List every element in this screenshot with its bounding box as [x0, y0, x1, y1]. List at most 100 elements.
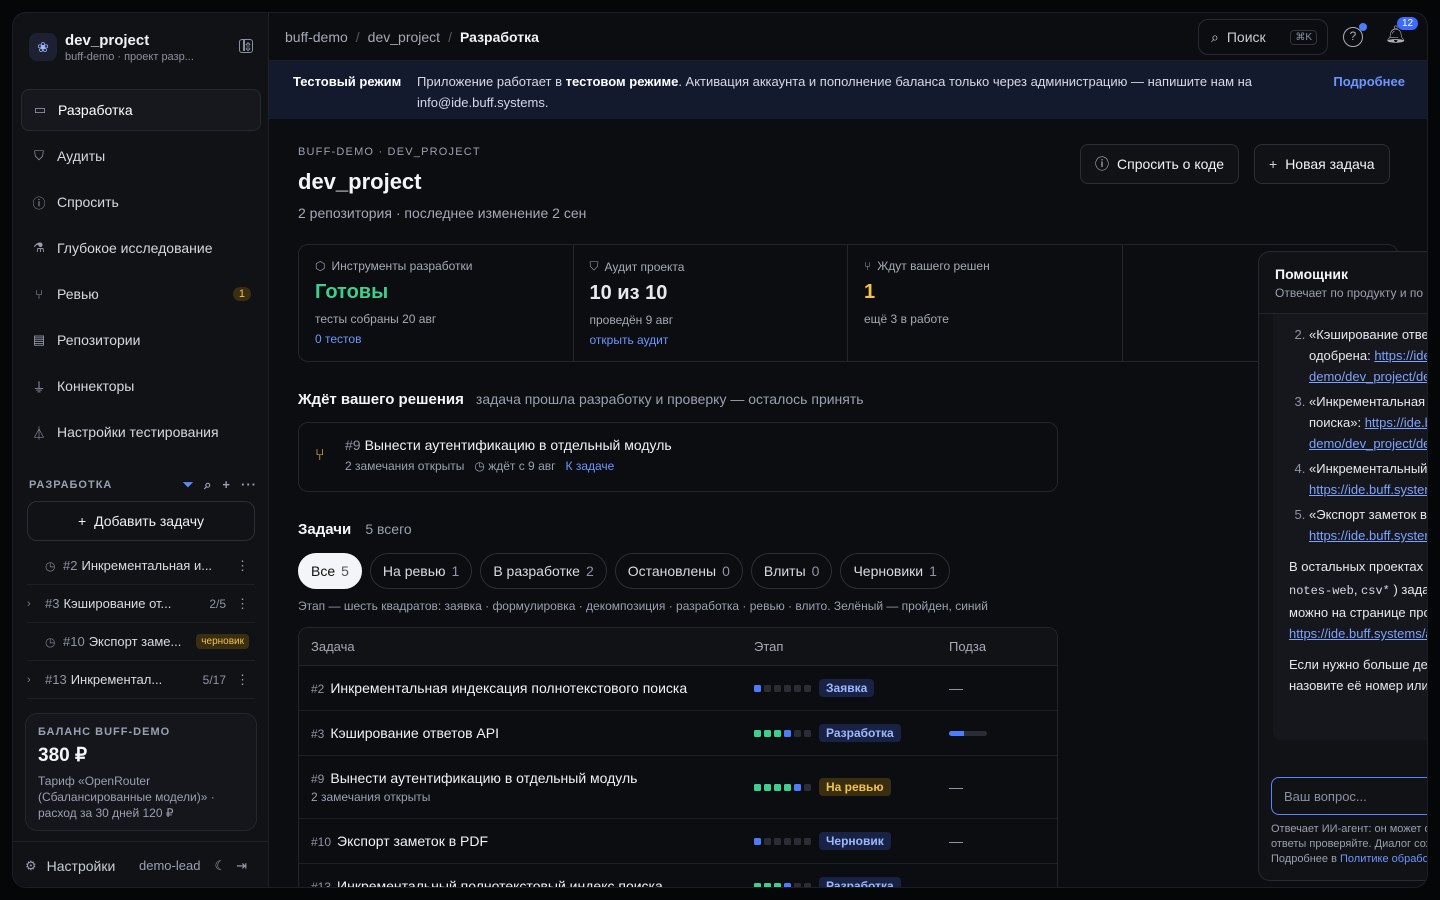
kebab-menu-icon[interactable]: ⋮ — [236, 672, 249, 688]
table-row[interactable]: #2 Инкрементальная индексация полнотексто… — [299, 666, 1057, 711]
more-icon[interactable]: ··· — [241, 477, 257, 493]
stage-square — [754, 783, 761, 791]
task-link[interactable]: https://ide.buff.systems/app/buff-demo/d… — [1309, 528, 1427, 543]
page-breadcrumb: BUFF-DEMO · DEV_PROJECT — [298, 146, 481, 158]
add-task-button[interactable]: + Добавить задачу — [27, 501, 255, 541]
search-button[interactable]: ⌕ Поиск ⌘K — [1198, 19, 1328, 55]
stage-square — [794, 684, 801, 692]
stage-square — [784, 729, 791, 737]
banner-text-bold: тестовом режиме — [565, 74, 679, 89]
sidebar-item-deep-research[interactable]: ⚗ Глубокое исследование — [21, 227, 261, 269]
task-number: #3 — [311, 727, 325, 741]
new-task-button[interactable]: + Новая задача — [1254, 144, 1390, 184]
button-label: Спросить о коде — [1117, 156, 1225, 172]
card-heading: Ждут вашего решен — [877, 259, 990, 273]
notification-count-badge: 12 — [1397, 17, 1419, 30]
ask-about-code-button[interactable]: ⓘ Спросить о коде — [1080, 144, 1240, 184]
card-description: тесты собраны 20 авг — [315, 312, 437, 326]
privacy-policy-link[interactable]: Политике обработки персональных данных — [1340, 853, 1427, 865]
search-icon: ⌕ — [1211, 28, 1219, 45]
search-icon[interactable]: ⌕ — [204, 477, 212, 493]
filter-all[interactable]: Все 5 — [298, 553, 362, 589]
balance-card[interactable]: БАЛАНС BUFF-DEMO 380 ₽ Тариф «OpenRouter… — [25, 713, 257, 831]
column-header: Подза — [949, 639, 987, 654]
sidebar-task[interactable]: › #13 Инкрементал... 5/17 ⋮ — [27, 661, 255, 699]
input-placeholder: Ваш вопрос... — [1284, 788, 1367, 804]
filter-stopped[interactable]: Остановлены 0 — [614, 553, 743, 589]
test-mode-banner: Тестовый режим Приложение работает в тес… — [269, 61, 1427, 119]
waiting-task-card[interactable]: ⑂ #9 Вынести аутентификацию в отдельный м… — [298, 422, 1058, 492]
list-item: «Инкрементальная индексация полнотекстов… — [1309, 391, 1427, 454]
logout-icon[interactable]: ⇥ — [236, 858, 247, 874]
plug-icon: ⏚ — [32, 379, 46, 395]
sidebar-item-test-settings[interactable]: ⏃ Настройки тестирования — [21, 411, 261, 453]
assistant-question-input[interactable]: Ваш вопрос... — [1271, 777, 1427, 815]
filter-merged[interactable]: Влиты 0 — [750, 553, 833, 589]
filter-in-development[interactable]: В разработке 2 — [480, 553, 607, 589]
plus-icon[interactable]: + — [222, 477, 231, 493]
stage-squares — [754, 783, 811, 791]
crumb-org[interactable]: buff-demo — [285, 29, 348, 45]
chevron-right-icon[interactable]: › — [27, 674, 45, 686]
status-card-waiting[interactable]: ⑂ Ждут вашего решен 1 ещё 3 в работе — [848, 245, 1123, 361]
button-label: Новая задача — [1285, 156, 1375, 172]
repository-icon: ▤ — [32, 332, 46, 347]
sidebar-item-connectors[interactable]: ⏚ Коннекторы — [21, 365, 261, 407]
settings-link[interactable]: Настройки — [47, 858, 116, 874]
sidebar-item-label: Спросить — [57, 194, 119, 210]
chevron-right-icon[interactable]: › — [27, 598, 45, 610]
card-heading: Инструменты разработки — [331, 259, 473, 273]
task-link[interactable]: https://ide.buff.systems/app/buff-demo/d… — [1309, 482, 1427, 497]
crumb-project[interactable]: dev_project — [368, 29, 440, 45]
app-window: ❀ dev_project buff-demo · проект разр...… — [12, 12, 1428, 888]
table-row[interactable]: #10 Экспорт заметок в PDF Черновик — — [299, 819, 1057, 864]
task-number: #13 — [311, 880, 332, 888]
assistant-disclaimer: Отвечает ИИ-агент: он может ошибаться в … — [1271, 822, 1427, 867]
sidebar-item-repositories[interactable]: ▤ Репозитории — [21, 319, 261, 361]
project-link[interactable]: https://ide.buff.systems/app/buff-demo/d… — [1289, 626, 1427, 641]
sidebar-task[interactable]: ◷ #10 Экспорт заме... черновик — [27, 623, 255, 661]
stage-square — [804, 882, 811, 887]
stage-legend: Этап — шесть квадратов: заявка · формули… — [298, 599, 988, 613]
stage-square — [774, 783, 781, 791]
subtasks-cell: — — [949, 680, 963, 696]
stage-square — [754, 684, 761, 692]
card-link[interactable]: открыть аудит — [590, 333, 832, 347]
sidebar-item-development[interactable]: ▭ Разработка — [21, 89, 261, 131]
filter-review[interactable]: На ревью 1 — [369, 553, 473, 589]
kebab-menu-icon[interactable]: ⋮ — [236, 558, 249, 574]
sidebar-nav: ▭ Разработка ⛉ Аудиты ⓘ Спросить ⚗ Глубокое … — [21, 89, 261, 457]
status-card-audit[interactable]: ⛉ Аудит проекта 10 из 10 проведён 9 авг о… — [574, 245, 848, 361]
stage-square — [804, 837, 811, 845]
filter-drafts[interactable]: Черновики 1 — [840, 553, 950, 589]
stage-square — [794, 882, 801, 887]
filter-label: Остановлены — [627, 563, 717, 579]
status-card-tools[interactable]: ⬡ Инструменты разработки Готовы тесты соб… — [299, 245, 574, 361]
collapse-sidebar-icon[interactable] — [239, 39, 253, 53]
tasks-table: Задача Этап Подза #2 Инкрементальная инде… — [298, 627, 1058, 888]
project-switcher[interactable]: ❀ dev_project buff-demo · проект разр...… — [29, 29, 253, 65]
table-row[interactable]: #13 Инкрементальный полнотекстовый индекс… — [299, 864, 1057, 888]
task-since: ждёт с 9 авг — [488, 459, 556, 473]
task-title: Кэширование ответов API — [330, 725, 500, 741]
pull-request-icon: ⑂ — [35, 286, 43, 302]
kebab-menu-icon[interactable]: ⋮ — [236, 596, 249, 612]
moon-icon[interactable]: ☾ — [214, 858, 226, 874]
project-name: dev_project — [65, 31, 150, 49]
help-circle-icon: ⓘ — [1095, 156, 1109, 172]
open-task-link[interactable]: К задаче — [566, 459, 615, 473]
gear-icon[interactable]: ⚙ — [25, 858, 37, 874]
sidebar-item-ask[interactable]: ⓘ Спросить — [21, 181, 261, 223]
filter-icon[interactable]: ⏷ — [183, 477, 194, 493]
card-link[interactable]: 0 тестов — [315, 332, 557, 346]
table-row[interactable]: #3 Кэширование ответов API Разработка — [299, 711, 1057, 756]
sidebar-task[interactable]: › #3 Кэширование от... 2/5 ⋮ — [27, 585, 255, 623]
sidebar-item-audits[interactable]: ⛉ Аудиты — [21, 135, 261, 177]
filter-count: 0 — [811, 563, 820, 579]
sidebar-task[interactable]: ◷ #2 Инкрементальная и... ⋮ — [27, 547, 255, 585]
table-row[interactable]: #9 Вынести аутентификацию в отдельный мод… — [299, 756, 1057, 819]
banner-more-link[interactable]: Подробнее — [1333, 71, 1405, 109]
sidebar-item-review[interactable]: ⑂ Ревью 1 — [21, 273, 261, 315]
task-title: Инкрементальная и... — [81, 558, 213, 573]
plus-icon: + — [1269, 156, 1278, 172]
